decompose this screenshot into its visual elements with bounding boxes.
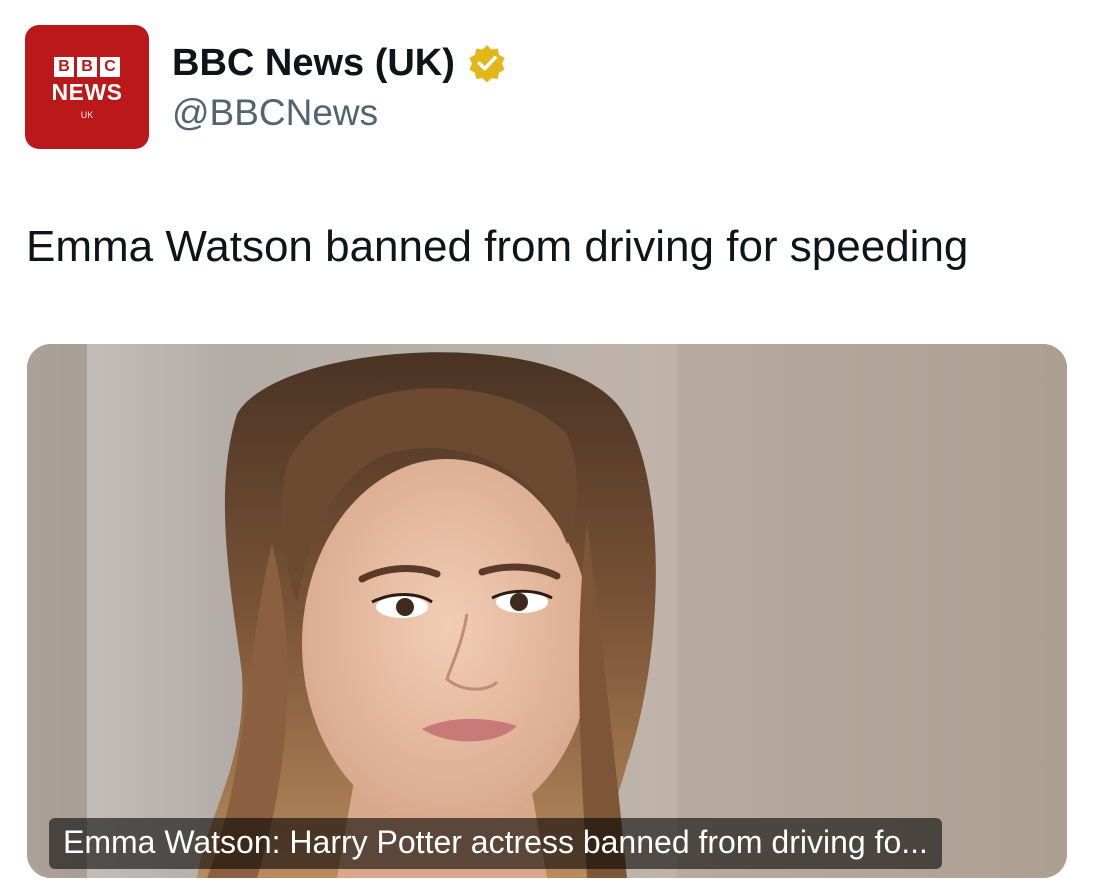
bbc-logo-letter: C: [100, 56, 120, 77]
bbc-logo-letter: B: [54, 56, 74, 77]
logo-word: NEWS: [51, 78, 123, 105]
logo-region: UK: [80, 109, 94, 120]
bbc-logo-letter: B: [77, 56, 97, 77]
link-card[interactable]: Emma Watson: Harry Potter actress banned…: [27, 344, 1067, 878]
display-name[interactable]: BBC News (UK): [172, 42, 455, 85]
author-handle[interactable]: @BBCNews: [172, 92, 378, 134]
author-name-row: BBC News (UK): [172, 40, 507, 86]
link-card-caption: Emma Watson: Harry Potter actress banned…: [49, 818, 942, 869]
avatar[interactable]: B B C NEWS UK: [25, 25, 149, 149]
card-photo: [27, 344, 1067, 878]
tweet-text: Emma Watson banned from driving for spee…: [26, 222, 969, 271]
bbc-logo: B B C: [54, 56, 120, 77]
verified-badge-icon: [469, 45, 505, 83]
